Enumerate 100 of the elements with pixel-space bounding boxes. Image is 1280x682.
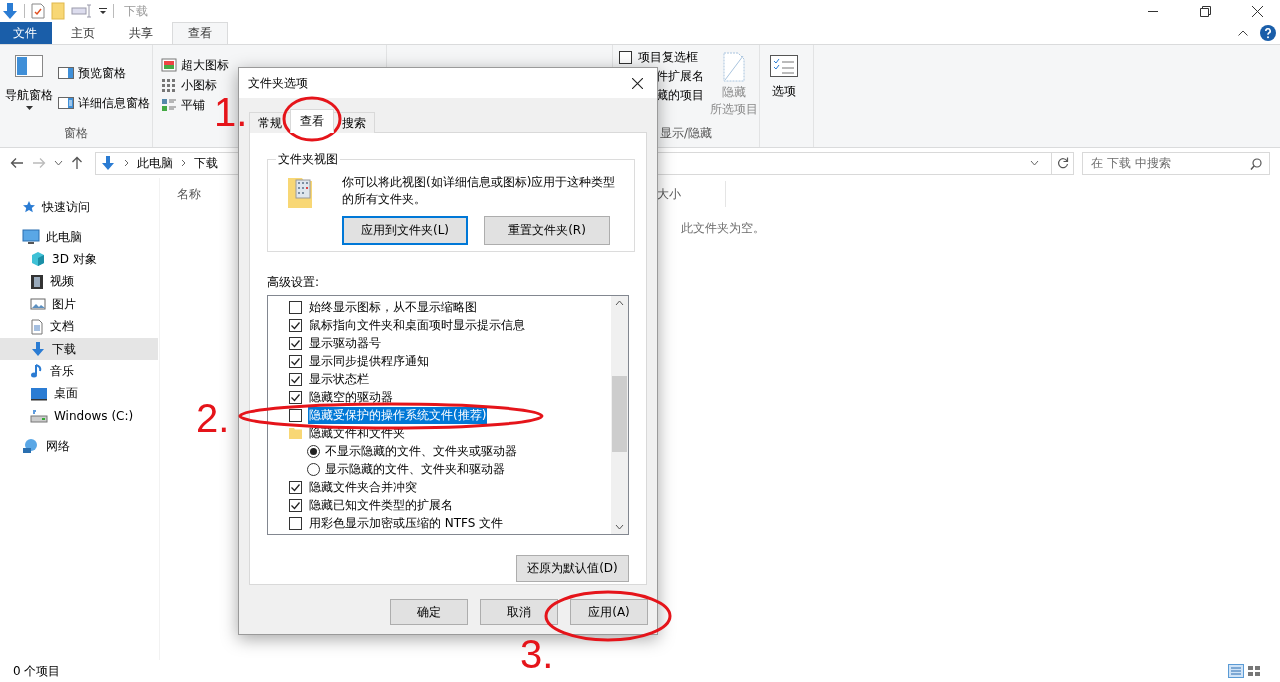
checkbox[interactable] bbox=[619, 51, 632, 64]
film-icon bbox=[30, 273, 44, 290]
restore-icon bbox=[1199, 5, 1211, 17]
properties-icon bbox=[31, 3, 45, 19]
setting-label[interactable]: 显示状态栏 bbox=[308, 370, 370, 388]
checkbox[interactable] bbox=[289, 390, 302, 404]
annotation-number: 2. bbox=[196, 398, 230, 438]
download-arrow-icon bbox=[2, 2, 18, 20]
recent-locations-button[interactable] bbox=[54, 160, 63, 166]
ribbon-tab[interactable]: 查看 bbox=[172, 22, 228, 44]
close-icon bbox=[1251, 5, 1263, 17]
folder-icon bbox=[289, 427, 302, 439]
setting-label[interactable]: 隐藏空的驱动器 bbox=[308, 388, 394, 406]
star-icon bbox=[22, 200, 36, 215]
back-button[interactable] bbox=[10, 157, 24, 169]
checkbox[interactable] bbox=[289, 408, 302, 422]
sidebar-item[interactable]: 文档 bbox=[0, 315, 158, 338]
dialog-button[interactable]: 确定 bbox=[390, 599, 468, 625]
forward-arrow-icon bbox=[32, 157, 46, 169]
checkbox[interactable] bbox=[289, 300, 302, 314]
setting-label[interactable]: 显示隐藏的文件、文件夹和驱动器 bbox=[324, 460, 506, 478]
annotation-number: 1. bbox=[214, 92, 248, 132]
sidebar-item[interactable]: 网络 bbox=[0, 434, 158, 458]
sidebar-item[interactable]: Windows (C:) bbox=[0, 405, 158, 428]
setting-label[interactable]: 隐藏文件夹合并冲突 bbox=[308, 478, 418, 496]
scroll-up-icon bbox=[615, 300, 624, 306]
breadcrumb[interactable]: 下载 bbox=[194, 154, 218, 172]
setting-label[interactable]: 用彩色显示加密或压缩的 NTFS 文件 bbox=[308, 514, 505, 532]
hide-icon bbox=[723, 52, 745, 82]
chevron-right-icon bbox=[181, 159, 186, 167]
group-label: 显示/隐藏 bbox=[659, 125, 712, 142]
sidebar-item[interactable]: 图片 bbox=[0, 293, 158, 316]
dialog-title: 文件夹选项 bbox=[248, 74, 308, 92]
sidebar-item[interactable]: 快速访问 bbox=[0, 196, 158, 219]
setting-label[interactable]: 鼠标指向文件夹和桌面项时显示提示信息 bbox=[308, 316, 526, 334]
sidebar-item[interactable]: 此电脑 bbox=[0, 225, 158, 249]
ribbon-tab[interactable]: 共享 bbox=[114, 22, 168, 44]
cube-icon bbox=[30, 251, 46, 268]
layout-option[interactable]: 超大图标 bbox=[161, 55, 229, 75]
checkbox-label[interactable]: 项目复选框 bbox=[638, 49, 698, 66]
dropdown-caret-icon bbox=[99, 8, 107, 14]
radio-button[interactable] bbox=[307, 462, 320, 476]
close-icon bbox=[631, 77, 643, 89]
ribbon-button[interactable]: 预览窗格 bbox=[58, 63, 150, 83]
sidebar-item[interactable]: 3D 对象 bbox=[0, 248, 158, 271]
column-header[interactable]: 大小 bbox=[657, 181, 725, 207]
window-title: 下载 bbox=[124, 2, 148, 20]
checkbox[interactable] bbox=[289, 516, 302, 530]
sidebar-item[interactable]: 音乐 bbox=[0, 360, 158, 383]
radio-button[interactable] bbox=[307, 444, 320, 458]
checkbox[interactable] bbox=[289, 372, 302, 386]
extra-large-icons-icon bbox=[161, 58, 177, 72]
breadcrumb[interactable]: 此电脑 bbox=[137, 154, 173, 172]
status-text: 0 个项目 bbox=[13, 662, 61, 680]
group-label: 窗格 bbox=[64, 125, 88, 142]
sidebar-item[interactable]: 视频 bbox=[0, 270, 158, 294]
dialog-button[interactable]: 取消 bbox=[480, 599, 558, 625]
checkbox[interactable] bbox=[289, 318, 302, 332]
column-header[interactable]: 名称 bbox=[177, 181, 201, 207]
chevron-down-icon bbox=[54, 160, 63, 166]
dialog-button[interactable]: 应用(A) bbox=[570, 599, 648, 625]
setting-label[interactable]: 显示驱动器号 bbox=[308, 334, 382, 352]
sidebar-item[interactable]: 下载 bbox=[0, 337, 158, 361]
computer-icon bbox=[22, 229, 40, 246]
checkbox[interactable] bbox=[289, 498, 302, 512]
refresh-button[interactable] bbox=[1052, 151, 1074, 175]
picture-icon bbox=[30, 297, 46, 312]
checkbox[interactable] bbox=[289, 336, 302, 350]
network-icon bbox=[22, 438, 40, 455]
layout-option[interactable]: 小图标 bbox=[161, 75, 229, 95]
details-view-icon bbox=[1228, 664, 1244, 678]
ribbon-button[interactable]: 详细信息窗格 bbox=[58, 93, 150, 113]
setting-label[interactable]: 显示同步提供程序通知 bbox=[308, 352, 430, 370]
setting-label[interactable]: 始终显示图标，从不显示缩略图 bbox=[308, 298, 478, 316]
restore-defaults-button[interactable]: 还原为默认值(D) bbox=[516, 555, 629, 582]
navigation-pane-icon bbox=[15, 55, 43, 77]
details-pane-icon bbox=[58, 97, 74, 109]
checkbox[interactable] bbox=[289, 480, 302, 494]
help-icon bbox=[1260, 25, 1276, 41]
setting-label[interactable]: 隐藏已知文件类型的扩展名 bbox=[308, 496, 454, 514]
document-icon bbox=[30, 318, 44, 335]
setting-label[interactable]: 隐藏受保护的操作系统文件(推荐) bbox=[308, 406, 488, 424]
search-icon bbox=[1250, 157, 1262, 170]
annotation-number: 3. bbox=[520, 634, 554, 674]
ribbon-tab[interactable]: 主页 bbox=[56, 22, 110, 44]
dialog-button[interactable]: 重置文件夹(R) bbox=[484, 216, 610, 245]
minimize-icon bbox=[1148, 10, 1158, 12]
dialog-tab[interactable]: 查看 bbox=[290, 109, 334, 133]
up-button[interactable] bbox=[71, 156, 83, 170]
search-field[interactable]: 在 下载 中搜索 bbox=[1082, 151, 1270, 175]
setting-label[interactable]: 不显示隐藏的文件、文件夹或驱动器 bbox=[324, 442, 518, 460]
navigation-pane-button[interactable]: 导航窗格 bbox=[0, 53, 58, 125]
download-arrow-icon bbox=[30, 341, 46, 358]
options-icon bbox=[770, 55, 798, 77]
dialog-button[interactable]: 应用到文件夹(L) bbox=[342, 216, 468, 245]
file-menu-tab[interactable]: 文件 bbox=[0, 22, 52, 44]
sidebar-item[interactable]: 桌面 bbox=[0, 382, 158, 405]
scrollbar[interactable] bbox=[611, 296, 628, 534]
checkbox[interactable] bbox=[289, 354, 302, 368]
dialog-tab[interactable]: 常规 bbox=[249, 112, 291, 133]
